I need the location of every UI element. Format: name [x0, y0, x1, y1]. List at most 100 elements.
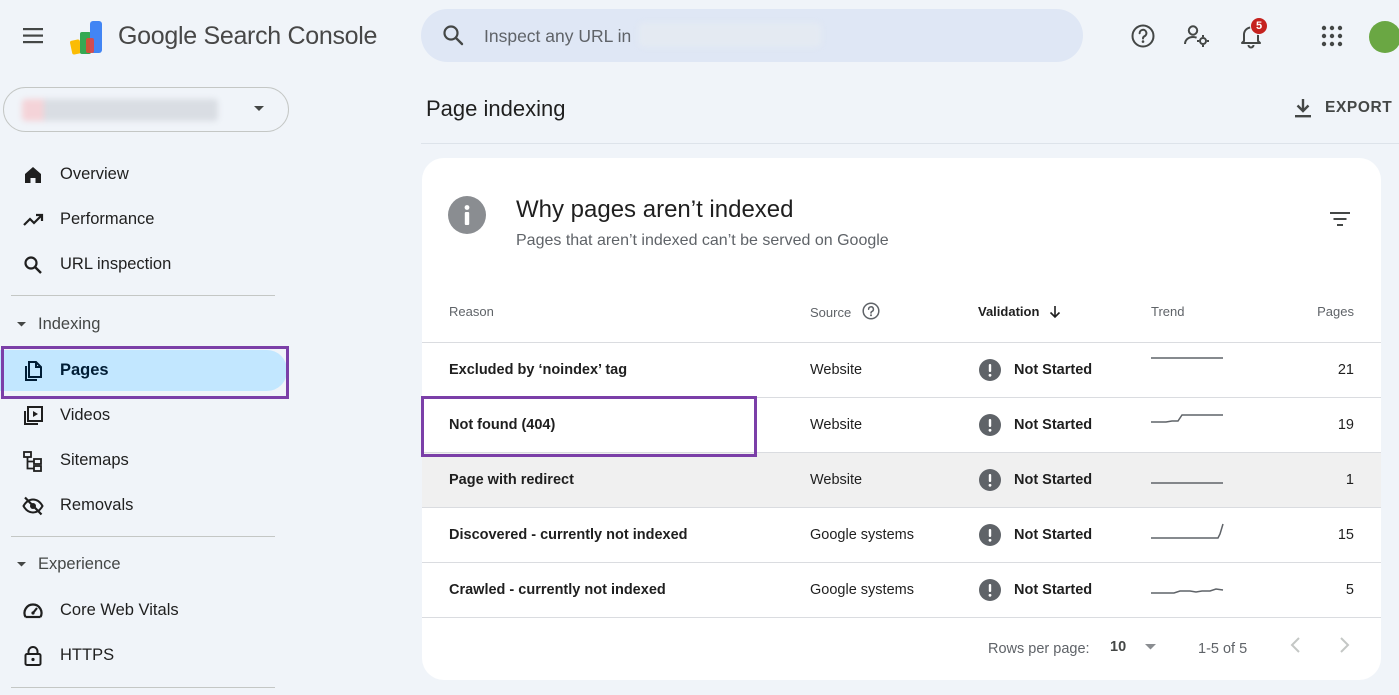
dropdown-arrow-icon	[253, 105, 265, 113]
sidebar-divider	[11, 536, 275, 537]
caret-down-icon	[16, 561, 27, 568]
cell-reason: Excluded by ‘noindex’ tag	[449, 362, 628, 378]
cell-source: Google systems	[810, 582, 914, 598]
dropdown-arrow-icon	[1145, 644, 1157, 650]
rows-per-page-select[interactable]: 10	[1110, 639, 1157, 655]
column-header-validation[interactable]: Validation	[978, 304, 1061, 319]
highlight-box	[421, 396, 757, 457]
table-row[interactable]: Excluded by ‘noindex’ tag Website Not St…	[422, 343, 1381, 398]
export-label: EXPORT	[1325, 99, 1393, 116]
cell-validation: Not Started	[1014, 582, 1093, 598]
sidebar-divider	[11, 295, 275, 296]
sidebar-item-overview[interactable]: Overview	[0, 154, 288, 194]
card-title: Why pages aren’t indexed	[516, 196, 794, 223]
trend-sparkline	[1150, 518, 1225, 550]
page-title: Page indexing	[426, 96, 566, 121]
sidebar-item-videos[interactable]: Videos	[0, 395, 288, 435]
cell-validation: Not Started	[1014, 527, 1093, 543]
rows-per-page-value: 10	[1110, 639, 1127, 655]
previous-page-button[interactable]	[1288, 636, 1304, 654]
sort-arrow-down-icon	[1050, 305, 1061, 318]
next-page-button[interactable]	[1336, 636, 1352, 654]
filter-icon[interactable]	[1329, 211, 1351, 227]
table-row[interactable]: Page with redirect Website Not Started 1	[422, 453, 1381, 508]
trending-up-icon	[22, 209, 44, 231]
sidebar-item-core-web-vitals[interactable]: Core Web Vitals	[0, 590, 288, 630]
search-icon	[22, 254, 44, 276]
sidebar-item-performance[interactable]: Performance	[0, 199, 288, 239]
column-header-source[interactable]: Source	[810, 302, 880, 320]
admin-settings-icon[interactable]	[1183, 23, 1211, 49]
sidebar-item-label: Core Web Vitals	[60, 601, 179, 619]
home-icon	[22, 164, 44, 186]
rows-per-page-label: Rows per page:	[988, 641, 1090, 657]
cell-pages: 21	[1337, 362, 1354, 378]
card-subtitle: Pages that aren’t indexed can’t be serve…	[516, 232, 889, 249]
sidebar-item-url-inspection[interactable]: URL inspection	[0, 244, 288, 284]
url-inspection-search-bar[interactable]: Inspect any URL in	[421, 9, 1083, 62]
sidebar-item-label: Performance	[60, 210, 155, 228]
speed-icon	[22, 600, 44, 622]
sidebar-item-https[interactable]: HTTPS	[0, 635, 288, 675]
trend-sparkline	[1150, 408, 1225, 440]
exclamation-circle-icon	[979, 359, 1001, 381]
title-divider	[421, 143, 1399, 144]
redacted-property-name	[639, 23, 821, 47]
sidebar-item-label: Videos	[60, 406, 111, 424]
sidebar-item-label: URL inspection	[60, 255, 172, 273]
column-header-pages[interactable]: Pages	[1317, 304, 1354, 319]
sitemap-icon	[22, 450, 44, 472]
help-icon[interactable]	[1130, 23, 1156, 49]
caret-down-icon	[16, 321, 27, 328]
redacted-property-name	[22, 99, 218, 121]
trend-sparkline	[1150, 463, 1225, 495]
sidebar-item-sitemaps[interactable]: Sitemaps	[0, 440, 288, 480]
apps-icon[interactable]	[1321, 25, 1343, 47]
exclamation-circle-icon	[979, 469, 1001, 491]
cell-source: Website	[810, 472, 863, 488]
cell-validation: Not Started	[1014, 362, 1093, 378]
search-console-logo[interactable]	[69, 18, 107, 56]
section-header-indexing[interactable]: Indexing	[0, 311, 288, 341]
section-label: Indexing	[38, 315, 101, 333]
cell-source: Website	[810, 417, 863, 433]
cell-pages: 19	[1337, 417, 1354, 433]
help-icon[interactable]	[862, 302, 880, 320]
download-icon	[1293, 97, 1313, 119]
section-label: Experience	[38, 555, 121, 573]
lock-icon	[22, 645, 44, 667]
search-placeholder[interactable]: Inspect any URL in	[484, 26, 631, 47]
cell-validation: Not Started	[1014, 417, 1093, 433]
cell-source: Website	[810, 362, 863, 378]
column-header-label: Source	[810, 304, 852, 320]
search-icon	[441, 23, 465, 47]
exclamation-circle-icon	[979, 414, 1001, 436]
sidebar-divider	[11, 687, 275, 688]
section-header-experience[interactable]: Experience	[0, 551, 288, 581]
highlight-box	[1, 346, 289, 399]
column-header-label: Validation	[978, 304, 1040, 319]
table-row[interactable]: Crawled - currently not indexed Google s…	[422, 563, 1381, 618]
table-row[interactable]: Discovered - currently not indexed Googl…	[422, 508, 1381, 563]
cell-source: Google systems	[810, 527, 914, 543]
cell-validation: Not Started	[1014, 472, 1093, 488]
trend-sparkline	[1150, 353, 1225, 385]
cell-pages: 15	[1337, 527, 1354, 543]
avatar[interactable]	[1369, 21, 1399, 53]
sidebar-item-label: Sitemaps	[60, 451, 129, 469]
visibility-off-icon	[22, 495, 44, 517]
menu-icon[interactable]	[22, 26, 46, 46]
column-header-reason[interactable]: Reason	[449, 304, 494, 319]
property-selector[interactable]	[3, 87, 289, 132]
cell-pages: 5	[1345, 582, 1354, 598]
sidebar-item-label: HTTPS	[60, 646, 115, 664]
cell-pages: 1	[1345, 472, 1354, 488]
trend-sparkline	[1150, 573, 1225, 605]
sidebar-item-removals[interactable]: Removals	[0, 485, 288, 525]
export-button[interactable]: EXPORT	[1293, 95, 1392, 121]
video-library-icon	[22, 405, 44, 427]
sidebar-item-label: Overview	[60, 165, 129, 183]
info-icon	[448, 196, 486, 234]
cell-reason: Crawled - currently not indexed	[449, 582, 666, 598]
notification-badge: 5	[1250, 17, 1268, 35]
